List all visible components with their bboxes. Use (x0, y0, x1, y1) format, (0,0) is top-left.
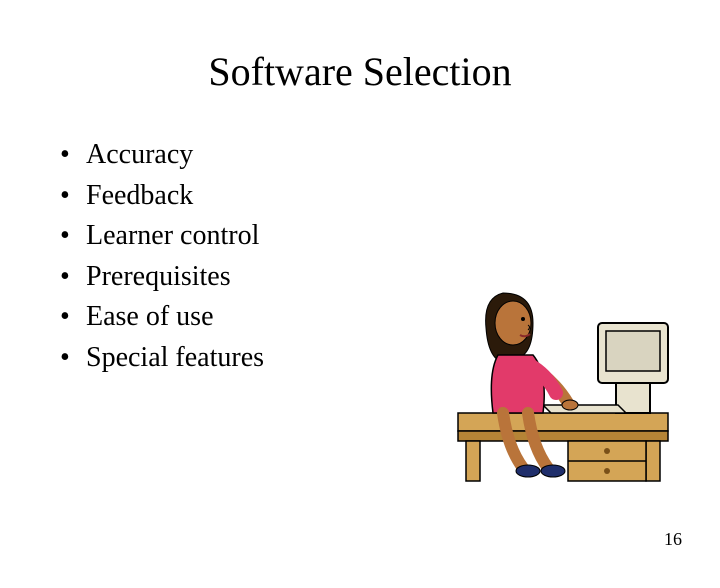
person-at-computer-icon (448, 263, 678, 483)
list-item: •Prerequisites (60, 257, 264, 298)
bullet-dot: • (60, 176, 86, 217)
bullet-text: Learner control (86, 216, 259, 257)
list-item: •Feedback (60, 176, 264, 217)
list-item: •Special features (60, 338, 264, 379)
bullet-text: Prerequisites (86, 257, 231, 298)
bullet-dot: • (60, 338, 86, 379)
bullet-dot: • (60, 135, 86, 176)
bullet-dot: • (60, 216, 86, 257)
bullet-text: Feedback (86, 176, 193, 217)
list-item: •Learner control (60, 216, 264, 257)
bullet-text: Accuracy (86, 135, 193, 176)
slide: Software Selection •Accuracy •Feedback •… (0, 48, 720, 588)
bullet-text: Special features (86, 338, 264, 379)
slide-title: Software Selection (0, 48, 720, 95)
bullet-dot: • (60, 257, 86, 298)
list-item: •Ease of use (60, 297, 264, 338)
bullet-list: •Accuracy •Feedback •Learner control •Pr… (60, 135, 264, 379)
list-item: •Accuracy (60, 135, 264, 176)
bullet-text: Ease of use (86, 297, 214, 338)
bullet-dot: • (60, 297, 86, 338)
